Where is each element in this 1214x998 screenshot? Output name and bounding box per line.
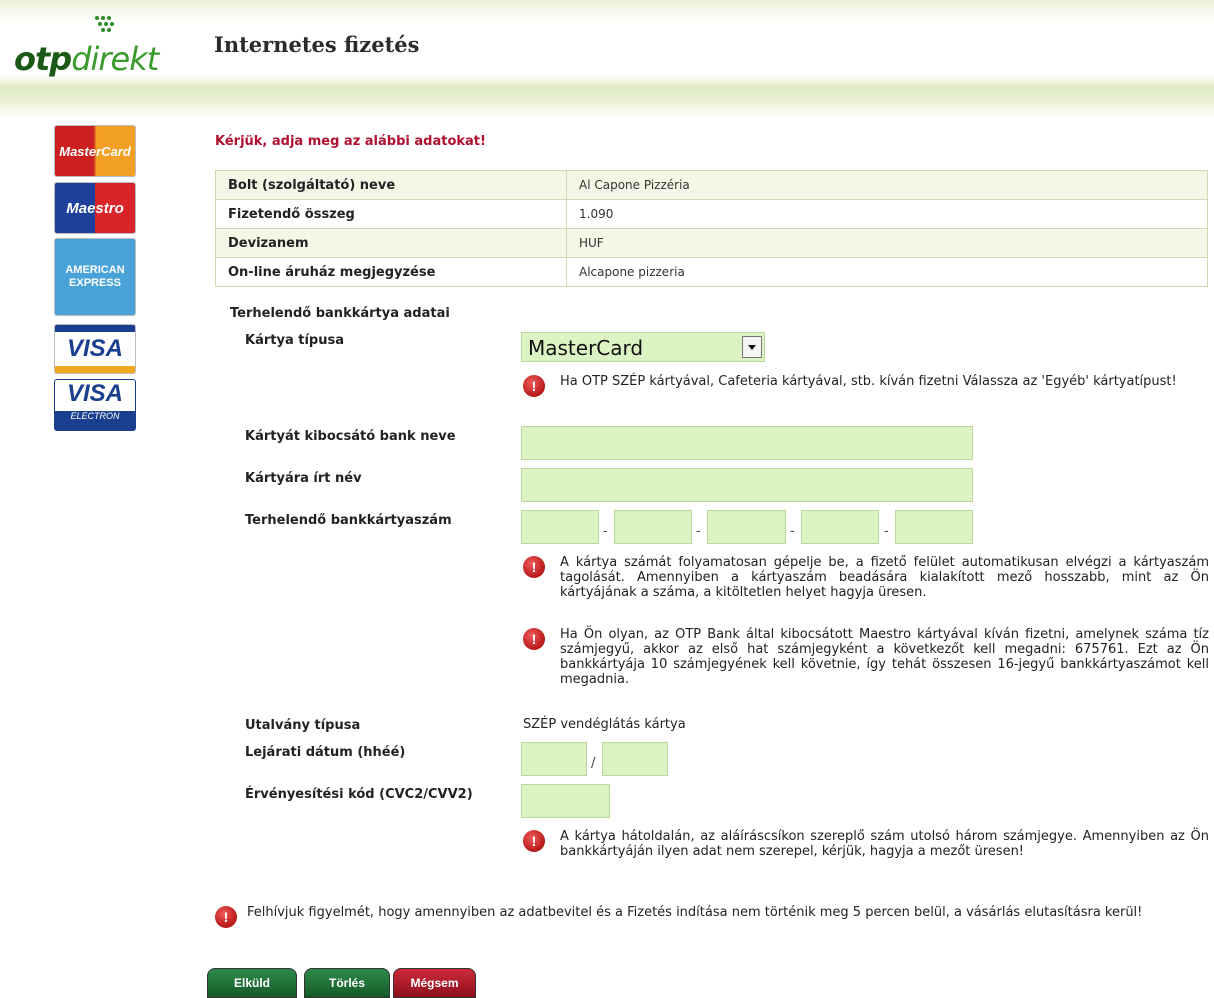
visa-electron-sub: ELECTRON — [70, 411, 120, 421]
cvc-warning-text: A kártya hátoldalán, az aláíráscsíkon sz… — [560, 829, 1209, 859]
cvc-warning: ! A kártya hátoldalán, az aláíráscsíkon … — [523, 829, 1209, 859]
warning-icon: ! — [523, 375, 545, 397]
shop-note-label: On-line áruház megjegyzése — [215, 257, 567, 287]
currency-value: HUF — [566, 228, 1208, 258]
visa-electron-brand: VISA — [66, 380, 123, 407]
cvc-input[interactable] — [521, 784, 610, 818]
cancel-button[interactable]: Mégsem — [393, 968, 476, 998]
card-number-part-2[interactable] — [614, 510, 692, 544]
logo-dots-icon — [95, 16, 114, 32]
expiry-label: Lejárati dátum (hhéé) — [245, 745, 406, 760]
timeout-note: ! Felhívjuk figyelmét, hogy amennyiben a… — [215, 905, 1209, 928]
table-row: Bolt (szolgáltató) neve Al Capone Pizzér… — [215, 170, 1208, 200]
card-number-separator: - — [790, 524, 795, 539]
card-section-title: Terhelendő bankkártya adatai — [230, 306, 450, 321]
voucher-type-label: Utalvány típusa — [245, 718, 361, 733]
expiry-month-input[interactable] — [521, 742, 587, 776]
card-number-label: Terhelendő bankkártyaszám — [245, 513, 452, 528]
table-row: On-line áruház megjegyzése Alcapone pizz… — [215, 257, 1208, 287]
card-number-part-3[interactable] — [707, 510, 786, 544]
cvc-label: Érvényesítési kód (CVC2/CVV2) — [245, 787, 473, 802]
card-number-separator: - — [696, 524, 701, 539]
card-type-warning-text: Ha OTP SZÉP kártyával, Cafeteria kártyáv… — [560, 374, 1177, 389]
card-number-separator: - — [884, 524, 889, 539]
warning-icon: ! — [215, 906, 237, 928]
card-type-selected: MasterCard — [528, 336, 644, 360]
visa-electron-logo: VISA ELECTRON — [54, 379, 136, 431]
amount-value: 1.090 — [566, 199, 1208, 229]
order-info-table: Bolt (szolgáltató) neve Al Capone Pizzér… — [215, 170, 1208, 287]
timeout-note-text: Felhívjuk figyelmét, hogy amennyiben az … — [247, 905, 1143, 920]
table-row: Fizetendő összeg 1.090 — [215, 199, 1208, 229]
otpdirekt-logo: otpdirekt — [14, 12, 174, 82]
amount-label: Fizetendő összeg — [215, 199, 567, 229]
submit-button[interactable]: Elküld — [207, 968, 297, 998]
instruction-heading: Kérjük, adja meg az alábbi adatokat! — [215, 134, 486, 149]
expiry-year-input[interactable] — [602, 742, 668, 776]
page-title: Internetes fizetés — [214, 32, 420, 57]
visa-logo: VISA — [54, 324, 136, 374]
card-type-warning: ! Ha OTP SZÉP kártyával, Cafeteria kárty… — [523, 374, 1209, 397]
card-number-warning-text: A kártya számát folyamatosan gépelje be,… — [560, 555, 1209, 600]
cardholder-name-input[interactable] — [521, 468, 973, 502]
maestro-warning-text: Ha Ön olyan, az OTP Bank által kibocsáto… — [560, 627, 1209, 687]
currency-label: Devizanem — [215, 228, 567, 258]
card-number-part-1[interactable] — [521, 510, 599, 544]
clear-button[interactable]: Törlés — [304, 968, 390, 998]
warning-icon: ! — [523, 628, 545, 650]
card-type-select[interactable]: MasterCard — [521, 332, 765, 362]
issuer-label: Kártyát kibocsátó bank neve — [245, 429, 456, 444]
issuer-input[interactable] — [521, 426, 973, 460]
card-type-label: Kártya típusa — [245, 333, 344, 348]
card-number-warning: ! A kártya számát folyamatosan gépelje b… — [523, 555, 1209, 600]
mastercard-logo: MasterCard — [54, 125, 136, 177]
chevron-down-icon[interactable] — [742, 336, 762, 358]
amex-logo: AMERICAN EXPRESS — [54, 238, 136, 316]
expiry-separator: / — [591, 756, 596, 771]
header-band: otpdirekt Internetes fizetés — [0, 0, 1214, 120]
maestro-logo: Maestro — [54, 182, 136, 234]
warning-icon: ! — [523, 556, 545, 578]
card-number-separator: - — [603, 524, 608, 539]
card-number-part-5[interactable] — [895, 510, 973, 544]
merchant-label: Bolt (szolgáltató) neve — [215, 170, 567, 200]
cardholder-name-label: Kártyára írt név — [245, 471, 362, 486]
table-row: Devizanem HUF — [215, 228, 1208, 258]
voucher-type-value: SZÉP vendéglátás kártya — [523, 717, 686, 732]
card-number-part-4[interactable] — [801, 510, 879, 544]
shop-note-value: Alcapone pizzeria — [566, 257, 1208, 287]
maestro-warning: ! Ha Ön olyan, az OTP Bank által kibocsá… — [523, 627, 1209, 687]
merchant-value: Al Capone Pizzéria — [566, 170, 1208, 200]
warning-icon: ! — [523, 830, 545, 852]
logo-wordmark: otpdirekt — [14, 40, 159, 78]
